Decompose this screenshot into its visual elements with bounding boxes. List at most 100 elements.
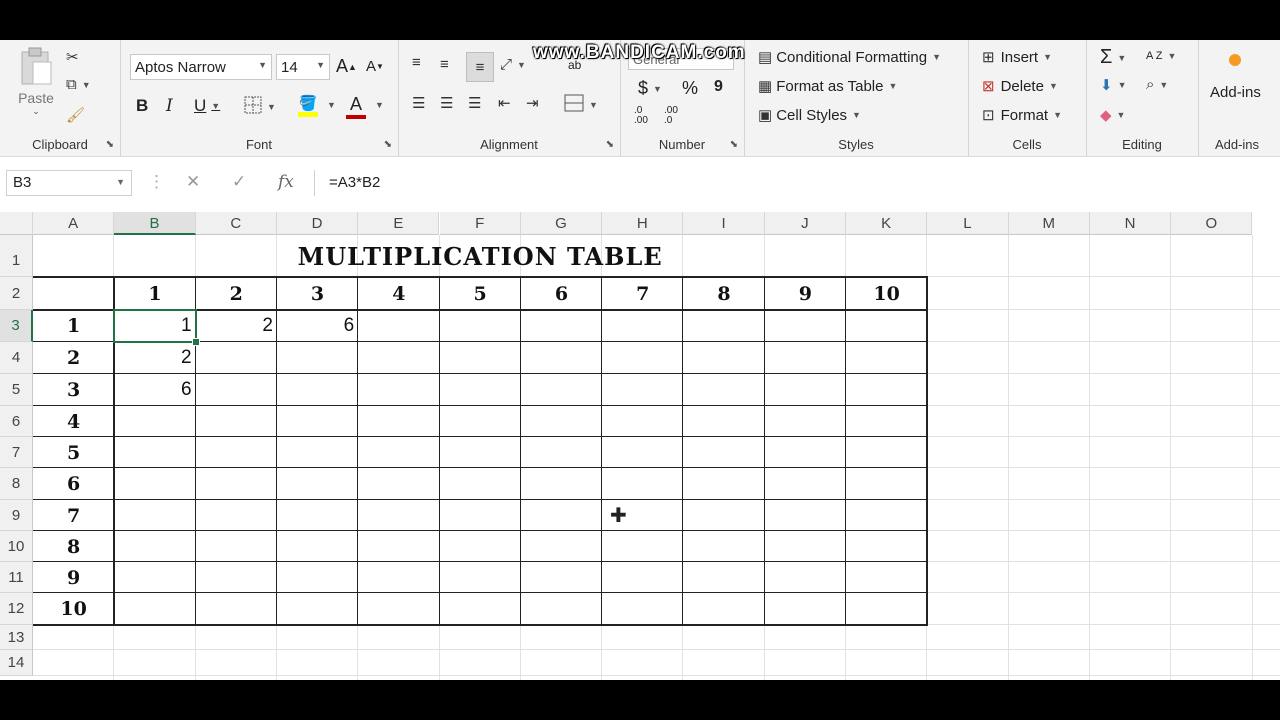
decrease-decimal-button[interactable]: .00 .0 [664,106,678,126]
header-cell[interactable]: 7 [602,277,683,310]
merge-center-button[interactable]: ▼ [564,94,598,116]
orientation-button[interactable]: ⤢ ▼ [500,56,526,73]
column-header-c[interactable]: C [195,212,277,235]
header-cell[interactable]: 3 [33,374,114,406]
row-header-5[interactable]: 5 [0,374,33,406]
insert-button[interactable]: ⊞ Insert ▼ [982,48,1052,67]
header-cell[interactable]: 10 [33,593,114,625]
header-cell[interactable]: 9 [33,562,114,593]
italic-button[interactable]: I [166,96,173,116]
format-as-table-button[interactable]: ▦ Format as Table ▼ [758,77,897,96]
delete-button[interactable]: ⊠ Delete ▼ [982,77,1058,96]
value-cell-b5[interactable]: 6 [114,374,195,406]
row-header-6[interactable]: 6 [0,406,33,437]
row-header-12[interactable]: 12 [0,593,33,625]
borders-button[interactable]: ▼ [244,96,276,118]
header-cell[interactable]: 6 [521,277,602,310]
fill-button[interactable]: ⬇ ▼ [1100,76,1127,94]
dialog-launcher-icon[interactable]: ⬊ [384,139,392,150]
row-header-4[interactable]: 4 [0,342,33,374]
column-header-e[interactable]: E [358,212,440,235]
cut-button[interactable]: ✂ [66,48,79,66]
row-header-11[interactable]: 11 [0,562,33,593]
header-cell[interactable]: 8 [683,277,764,310]
percent-button[interactable]: % [682,78,698,99]
dialog-launcher-icon[interactable]: ⬊ [606,139,614,150]
column-header-f[interactable]: F [439,212,521,235]
value-cell-b4[interactable]: 2 [114,342,195,374]
column-header-b[interactable]: B [114,212,196,235]
font-color-dropdown[interactable]: ▼ [370,100,384,110]
column-header-o[interactable]: O [1171,212,1253,235]
dialog-launcher-icon[interactable]: ⬊ [106,139,114,150]
find-select-button[interactable]: ⌕ ▼ [1146,76,1168,93]
row-header-13[interactable]: 13 [0,625,33,650]
grow-font-button[interactable]: A ▲ [336,56,357,77]
column-header-d[interactable]: D [276,212,359,235]
header-cell[interactable]: 2 [33,342,114,374]
bold-button[interactable]: B [136,96,148,116]
column-header-h[interactable]: H [602,212,684,235]
dialog-launcher-icon[interactable]: ⬊ [730,139,738,150]
header-cell[interactable]: 7 [33,500,114,531]
insert-function-button[interactable]: fx [278,172,294,192]
row-header-14[interactable]: 14 [0,650,33,676]
row-header-10[interactable]: 10 [0,531,33,562]
header-cell[interactable]: 4 [358,277,439,310]
align-right-button[interactable]: ☰ [468,94,481,112]
column-header-n[interactable]: N [1089,212,1172,235]
formula-input[interactable]: =A3*B2 [314,170,1280,196]
value-cell-d3[interactable]: 6 [277,310,358,342]
name-box[interactable]: B3 ▼ [6,170,132,196]
align-middle-button[interactable]: ≡ [440,56,449,73]
row-header-9[interactable]: 9 [0,500,33,531]
comma-style-button[interactable]: 9 [714,78,723,96]
column-header-g[interactable]: G [520,212,603,235]
header-cell[interactable]: 4 [33,406,114,437]
column-header-j[interactable]: J [764,212,846,235]
align-bottom-button[interactable]: ≡ [466,52,494,82]
align-left-button[interactable]: ☰ [412,94,425,112]
header-cell[interactable]: 9 [765,277,846,310]
row-header-2[interactable]: 2 [0,277,33,310]
row-header-7[interactable]: 7 [0,437,33,468]
cancel-icon[interactable]: ✕ [186,172,200,192]
shrink-font-button[interactable]: A ▼ [366,58,384,75]
format-painter-button[interactable]: 🖌 [66,106,85,124]
header-cell[interactable]: 6 [33,468,114,500]
increase-indent-button[interactable]: ⇥ [526,94,539,112]
conditional-formatting-button[interactable]: ▤ Conditional Formatting ▼ [758,48,941,67]
row-header-1[interactable]: 1 [0,235,33,277]
value-cell-c3[interactable]: 2 [196,310,277,342]
increase-decimal-button[interactable]: .0 .00 [634,106,648,126]
align-top-button[interactable]: ≡ [412,54,421,71]
fill-color-button[interactable]: 🪣 [298,94,318,117]
column-header-l[interactable]: L [927,212,1009,235]
header-cell[interactable]: 3 [277,277,358,310]
format-button[interactable]: ⊡ Format ▼ [982,106,1062,125]
column-header-k[interactable]: K [846,212,928,235]
font-size-select[interactable]: 14 ▼ [276,54,330,80]
clear-button[interactable]: ◆ ▼ [1100,106,1125,124]
row-header-3[interactable]: 3 [0,310,33,342]
fill-color-dropdown[interactable]: ▼ [322,100,336,110]
header-cell[interactable]: 1 [33,310,114,342]
header-cell[interactable]: 1 [114,277,195,310]
font-color-button[interactable]: A [346,94,366,119]
paste-button[interactable]: Paste ⌄ [16,46,56,117]
row-header-8[interactable]: 8 [0,468,33,500]
select-all-corner[interactable] [0,212,33,235]
decrease-indent-button[interactable]: ⇤ [498,94,511,112]
underline-button[interactable]: U ▼ [194,96,220,116]
copy-button[interactable]: ⧉ ▼ [66,76,91,93]
enter-icon[interactable]: ✓ [232,172,246,192]
column-header-a[interactable]: A [33,212,115,235]
font-name-select[interactable]: Aptos Narrow ▼ [130,54,272,80]
sort-filter-button[interactable]: A Z ▼ [1146,50,1176,62]
fill-handle[interactable] [191,338,200,346]
header-cell[interactable]: 2 [196,277,277,310]
column-header-m[interactable]: M [1008,212,1090,235]
header-cell[interactable]: 5 [33,437,114,468]
header-cell[interactable]: 10 [846,277,927,310]
align-center-button[interactable]: ☰ [440,94,453,112]
